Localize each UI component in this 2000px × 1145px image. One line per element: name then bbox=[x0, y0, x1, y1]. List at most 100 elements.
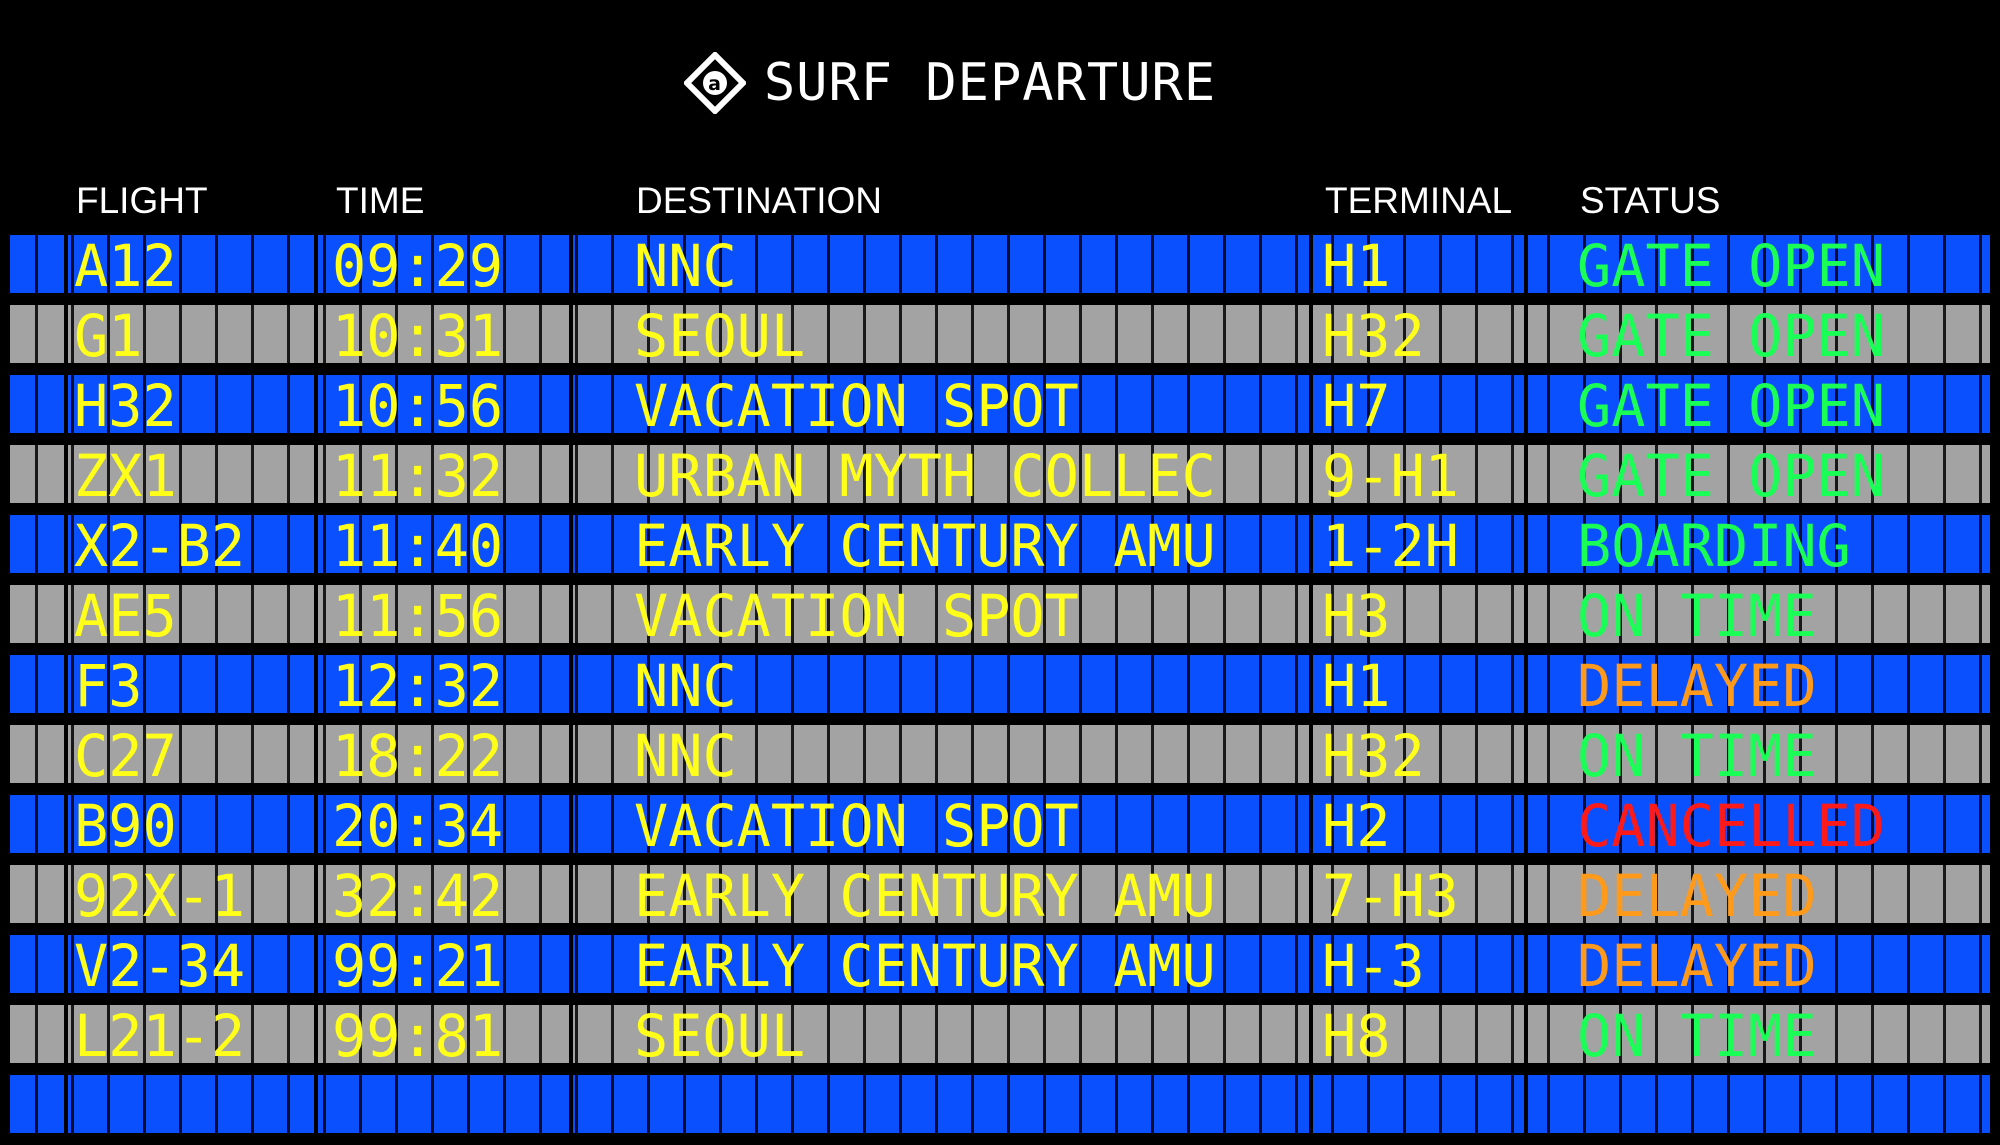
terminal-cell: 7-H3 bbox=[1322, 862, 1459, 930]
column-divider bbox=[569, 375, 573, 433]
column-divider bbox=[64, 795, 68, 853]
column-divider bbox=[1309, 1005, 1313, 1063]
column-divider bbox=[569, 655, 573, 713]
column-divider bbox=[569, 795, 573, 853]
column-divider bbox=[569, 725, 573, 783]
column-divider bbox=[569, 865, 573, 923]
diamond-a-logo-icon: a bbox=[683, 52, 746, 114]
time-cell: 11:56 bbox=[332, 582, 504, 650]
status-cell: CANCELLED bbox=[1577, 792, 1885, 860]
destination-cell: NNC bbox=[634, 652, 737, 720]
column-divider bbox=[569, 515, 573, 573]
column-divider bbox=[1309, 795, 1313, 853]
column-divider bbox=[314, 235, 318, 293]
board-row: F3 12:32 NNC H1 DELAYED bbox=[10, 652, 1990, 720]
flight-cell: V2-34 bbox=[74, 932, 246, 1000]
time-cell: 10:56 bbox=[332, 372, 504, 440]
destination-cell: NNC bbox=[634, 722, 737, 790]
page-title: SURF DEPARTURE bbox=[763, 53, 1217, 113]
column-divider bbox=[64, 515, 68, 573]
status-cell: DELAYED bbox=[1577, 652, 1817, 720]
column-divider bbox=[1524, 305, 1528, 363]
column-divider bbox=[1309, 865, 1313, 923]
column-divider bbox=[1524, 375, 1528, 433]
column-headers: FLIGHT TIME DESTINATION TERMINAL STATUS bbox=[0, 176, 2000, 226]
destination-cell: EARLY CENTURY AMU bbox=[634, 512, 1216, 580]
column-divider bbox=[64, 655, 68, 713]
terminal-cell: H32 bbox=[1322, 722, 1425, 790]
status-cell: GATE OPEN bbox=[1577, 372, 1885, 440]
column-divider bbox=[64, 235, 68, 293]
column-divider bbox=[1309, 515, 1313, 573]
terminal-cell: 9-H1 bbox=[1322, 442, 1459, 510]
column-divider bbox=[569, 305, 573, 363]
column-divider bbox=[64, 935, 68, 993]
time-cell: 99:81 bbox=[332, 1002, 504, 1070]
status-cell: DELAYED bbox=[1577, 862, 1817, 930]
flight-cell: B90 bbox=[74, 792, 177, 860]
destination-cell: EARLY CENTURY AMU bbox=[634, 862, 1216, 930]
column-divider bbox=[314, 935, 318, 993]
column-divider bbox=[569, 445, 573, 503]
board-row: 92X-1 32:42 EARLY CENTURY AMU 7-H3 DELAYED bbox=[10, 862, 1990, 930]
column-divider bbox=[1309, 585, 1313, 643]
column-divider bbox=[1524, 445, 1528, 503]
column-divider bbox=[64, 445, 68, 503]
flight-cell: G1 bbox=[74, 302, 143, 370]
column-divider bbox=[569, 585, 573, 643]
destination-cell: VACATION SPOT bbox=[634, 372, 1079, 440]
column-divider bbox=[64, 375, 68, 433]
column-divider bbox=[64, 305, 68, 363]
terminal-cell: H3 bbox=[1322, 582, 1391, 650]
svg-text:a: a bbox=[708, 73, 722, 95]
column-divider bbox=[314, 1075, 318, 1133]
column-divider bbox=[314, 515, 318, 573]
terminal-cell: H-3 bbox=[1322, 932, 1425, 1000]
header-status: STATUS bbox=[1580, 180, 1721, 221]
flight-cell: A12 bbox=[74, 232, 177, 300]
terminal-cell: H2 bbox=[1322, 792, 1391, 860]
board-row: AE5 11:56 VACATION SPOT H3 ON TIME bbox=[10, 582, 1990, 650]
column-divider bbox=[314, 305, 318, 363]
column-divider bbox=[64, 865, 68, 923]
board-row: L21-2 99:81 SEOUL H8 ON TIME bbox=[10, 1002, 1990, 1070]
column-divider bbox=[1524, 1005, 1528, 1063]
column-divider bbox=[1309, 655, 1313, 713]
flight-cell: C27 bbox=[74, 722, 177, 790]
flight-cell: L21-2 bbox=[74, 1002, 246, 1070]
column-divider bbox=[1524, 935, 1528, 993]
column-divider bbox=[64, 1005, 68, 1063]
time-cell: 10:31 bbox=[332, 302, 504, 370]
status-cell: GATE OPEN bbox=[1577, 302, 1885, 370]
column-divider bbox=[1524, 865, 1528, 923]
board-row: H32 10:56 VACATION SPOT H7 GATE OPEN bbox=[10, 372, 1990, 440]
destination-cell: VACATION SPOT bbox=[634, 792, 1079, 860]
flight-cell: 92X-1 bbox=[74, 862, 246, 930]
time-cell: 32:42 bbox=[332, 862, 504, 930]
terminal-cell: H8 bbox=[1322, 1002, 1391, 1070]
column-divider bbox=[314, 795, 318, 853]
time-cell: 09:29 bbox=[332, 232, 504, 300]
column-divider bbox=[64, 1075, 68, 1133]
column-divider bbox=[569, 1005, 573, 1063]
column-divider bbox=[1524, 725, 1528, 783]
column-divider bbox=[1524, 515, 1528, 573]
column-divider bbox=[314, 655, 318, 713]
header-destination: DESTINATION bbox=[636, 180, 882, 221]
column-divider bbox=[314, 585, 318, 643]
column-divider bbox=[1524, 235, 1528, 293]
column-divider bbox=[1309, 375, 1313, 433]
column-divider bbox=[1524, 795, 1528, 853]
destination-cell: URBAN MYTH COLLEC bbox=[634, 442, 1216, 510]
column-divider bbox=[64, 585, 68, 643]
board-row: X2-B2 11:40 EARLY CENTURY AMU 1-2H BOARDING bbox=[10, 512, 1990, 580]
board-row: B90 20:34 VACATION SPOT H2 CANCELLED bbox=[10, 792, 1990, 860]
status-cell: BOARDING bbox=[1577, 512, 1851, 580]
status-cell: ON TIME bbox=[1577, 722, 1817, 790]
column-divider bbox=[1309, 235, 1313, 293]
status-cell: DELAYED bbox=[1577, 932, 1817, 1000]
column-divider bbox=[1309, 305, 1313, 363]
column-divider bbox=[314, 375, 318, 433]
column-divider bbox=[569, 235, 573, 293]
board-row: ZX1 11:32 URBAN MYTH COLLEC 9-H1 GATE OPEN bbox=[10, 442, 1990, 510]
